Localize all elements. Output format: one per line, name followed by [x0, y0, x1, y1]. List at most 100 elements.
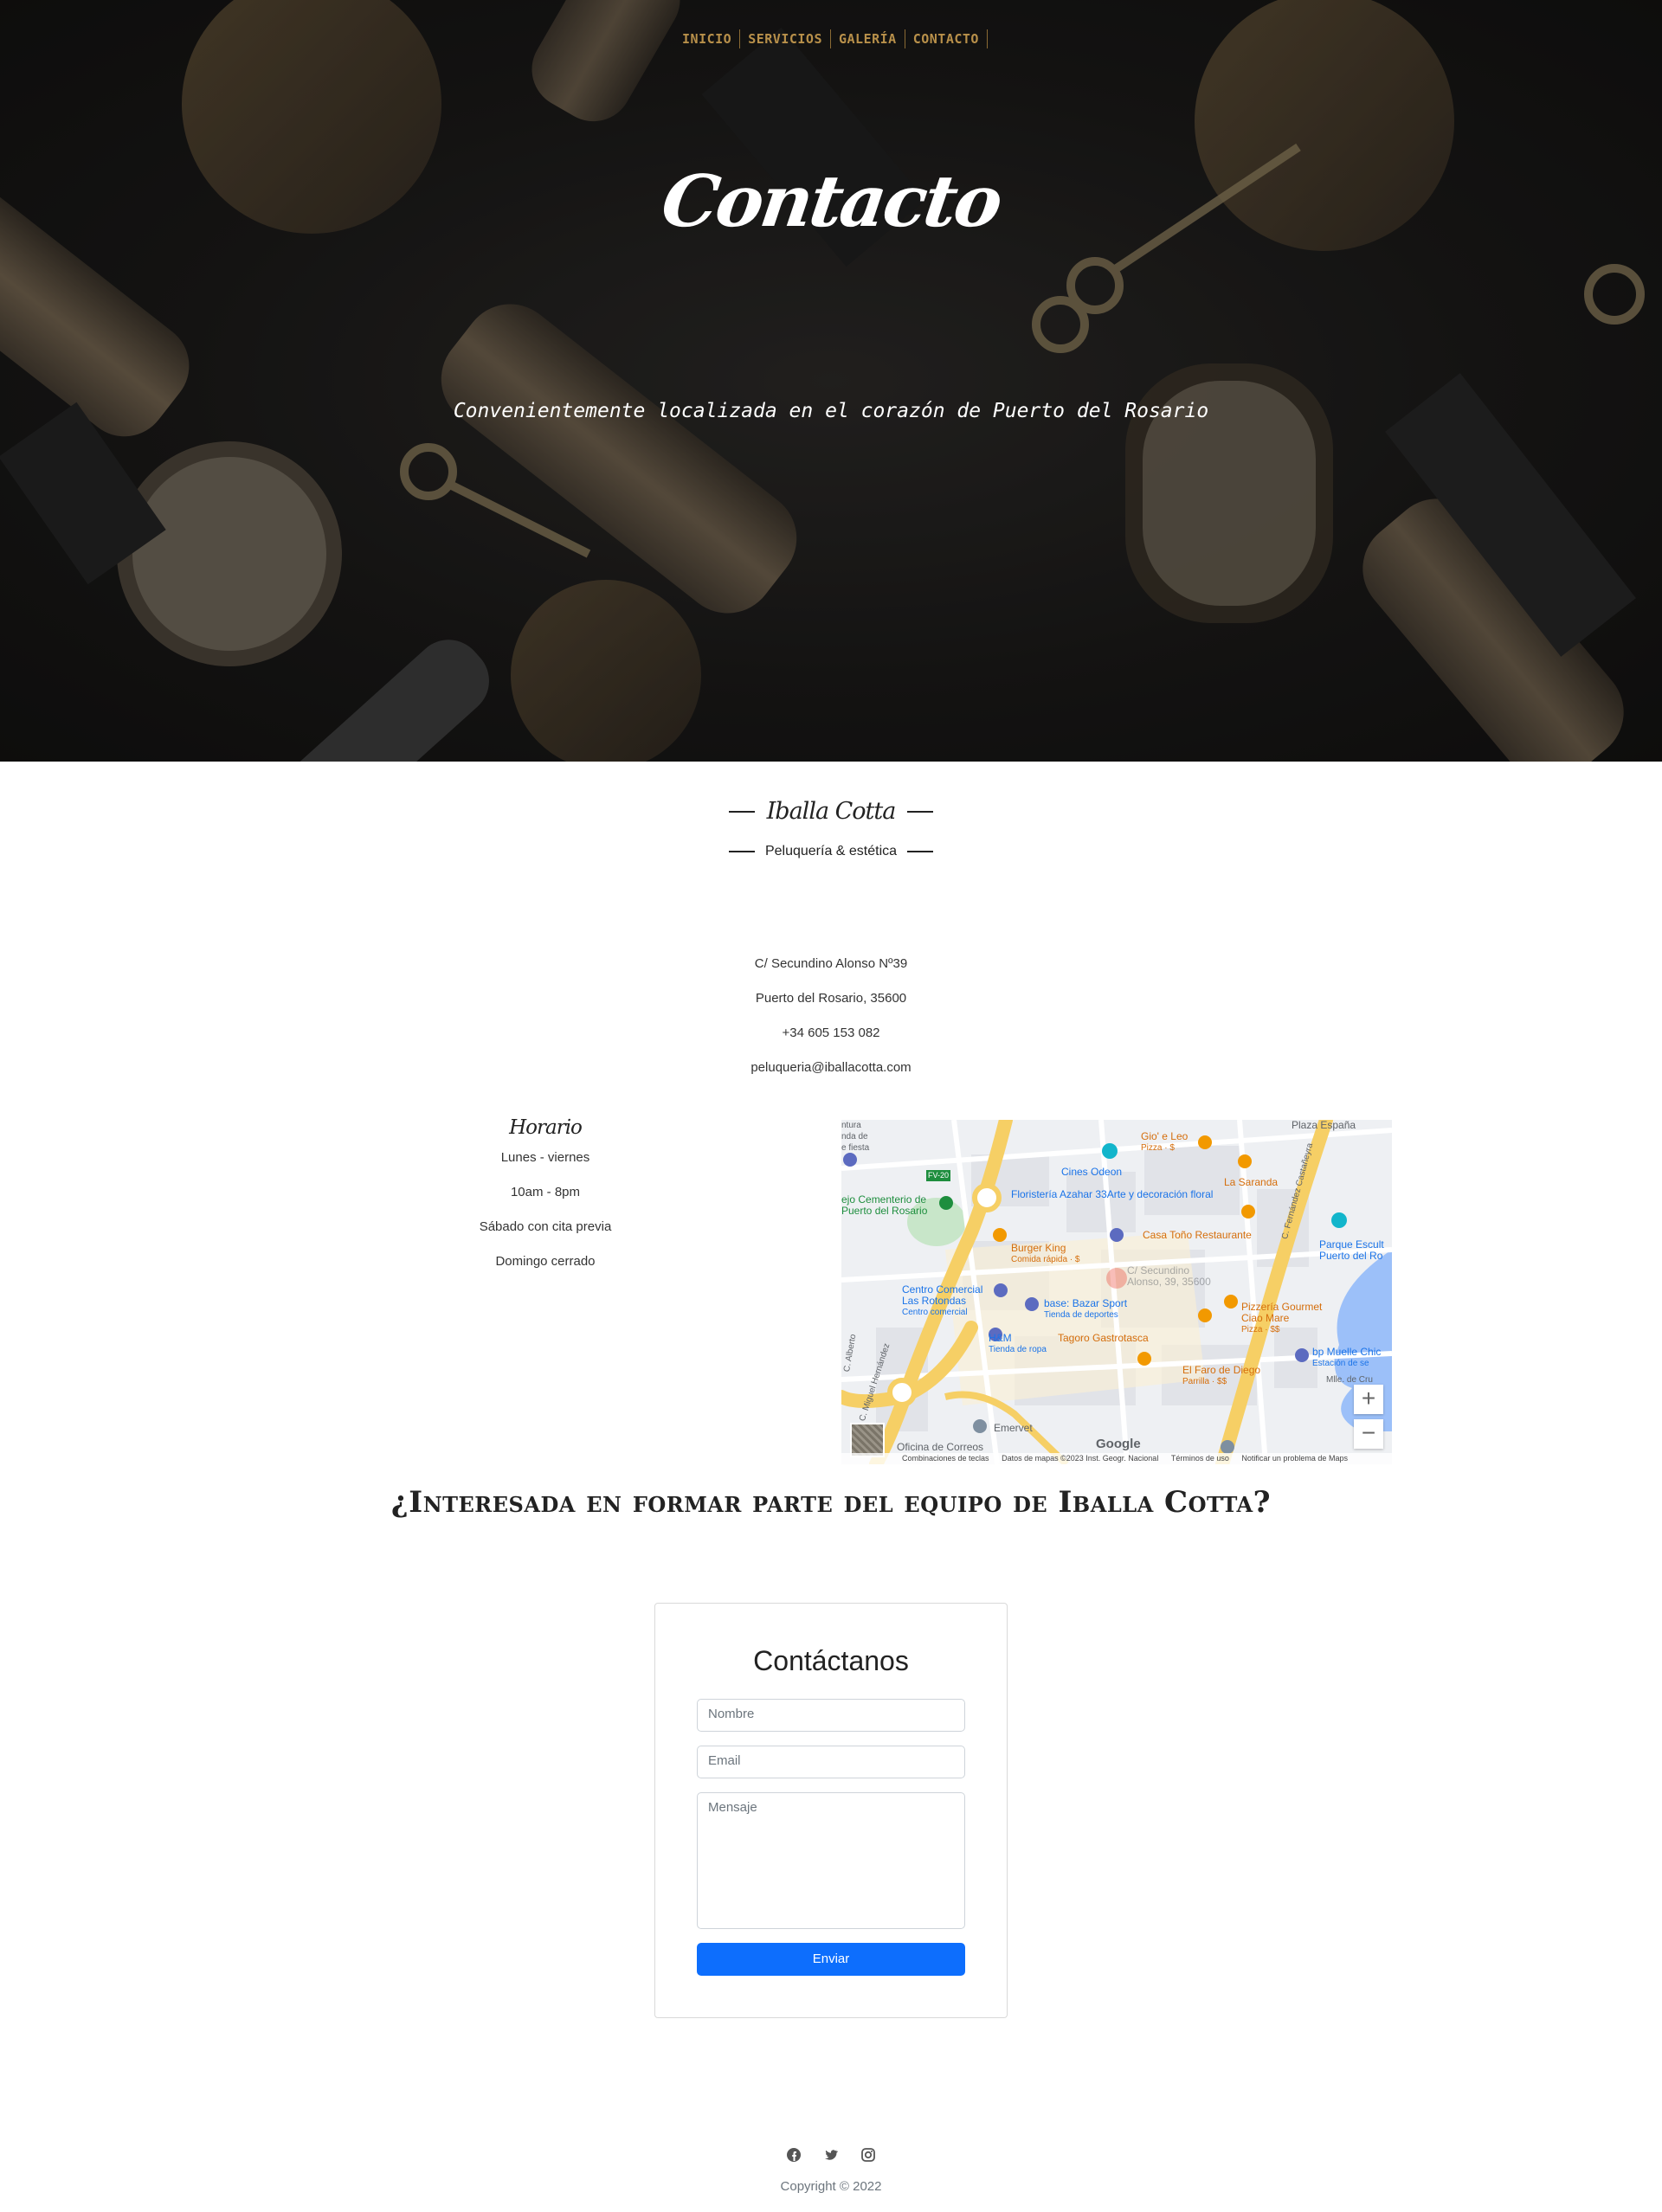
- facebook-icon[interactable]: [786, 2147, 802, 2163]
- map-label-sub: Pizza · $$: [1241, 1325, 1280, 1334]
- hero-background-image: [0, 0, 1662, 762]
- map-label-text: Floristería Azahar 33: [1011, 1188, 1107, 1200]
- map-label: ntura nda de e fiesta: [841, 1120, 869, 1154]
- map-satellite-toggle[interactable]: [850, 1423, 885, 1457]
- map-label-text: Las Rotondas: [902, 1295, 967, 1307]
- map-label-text: Alonso, 39, 35600: [1127, 1276, 1211, 1288]
- map-label: Parque Escult Puerto del Ro: [1319, 1239, 1384, 1262]
- map-label: La Saranda: [1224, 1176, 1279, 1188]
- map-label: Oficina de Correos: [897, 1441, 984, 1453]
- address-line: C/ Secundino Alonso Nº39: [754, 956, 908, 971]
- map-label-text: ejo Cementerio de: [841, 1193, 927, 1206]
- map-label: Centro Comercial Las Rotondas Centro comer…: [902, 1284, 982, 1318]
- map-label: Emervet: [994, 1422, 1033, 1434]
- hero-section: INICIO SERVICIOS GALERÍA CONTACTO Contacto …: [0, 0, 1662, 762]
- map-label-text: Ciao Mare: [1241, 1312, 1290, 1324]
- map-label: Tagoro Gastrotasca: [1058, 1332, 1149, 1344]
- brand-block: Iballa Cotta Peluquería & estética: [0, 798, 1662, 859]
- schedule-line: Sábado con cita previa: [479, 1219, 612, 1234]
- schedule-block: Horario Lunes - viernes 10am - 8pm Sábad…: [416, 1116, 675, 1286]
- divider: [728, 810, 755, 813]
- map-label-text: nda de: [841, 1132, 868, 1141]
- brand-tagline: Peluquería & estética: [728, 844, 934, 859]
- map-zoom-in-button[interactable]: +: [1354, 1385, 1383, 1414]
- schedule-title: Horario: [509, 1116, 583, 1139]
- map-label-sub: Tienda de deportes: [1044, 1310, 1118, 1320]
- map-attribution: Combinaciones de teclas Datos de mapas ©…: [841, 1453, 1392, 1464]
- google-logo: Google: [1096, 1437, 1141, 1451]
- map-label-text: Gio' e Leo: [1141, 1130, 1189, 1142]
- instagram-icon[interactable]: [860, 2147, 876, 2163]
- map-label: Gio' e Leo Pizza · $: [1141, 1131, 1188, 1154]
- map-label-text: Arte y decoración floral: [1106, 1188, 1214, 1200]
- map-label-sub: Tienda de ropa: [989, 1345, 1047, 1354]
- map-report-link[interactable]: Notificar un problema de Maps: [1241, 1454, 1348, 1463]
- twitter-icon[interactable]: [823, 2147, 839, 2163]
- city-line: Puerto del Rosario, 35600: [755, 991, 907, 1006]
- nav-item-contacto[interactable]: CONTACTO: [905, 29, 988, 48]
- map-label-text: Parque Escult: [1319, 1238, 1384, 1251]
- map-label: El Faro de Diego Parrilla · $$: [1182, 1365, 1260, 1387]
- map-label-sub: Comida rápida · $: [1011, 1255, 1080, 1264]
- divider: [907, 810, 934, 813]
- form-title: Contáctanos: [753, 1645, 909, 1676]
- map-label-sub: Centro comercial: [902, 1308, 968, 1317]
- map-label-text: bp Muelle Chic: [1312, 1346, 1382, 1358]
- map-label: C/ Secundino Alonso, 39, 35600: [1127, 1265, 1211, 1288]
- map-label: bp Muelle Chic Estación de se: [1312, 1347, 1381, 1369]
- map-label-text: Pizzería Gourmet: [1241, 1301, 1323, 1313]
- schedule-line: Domingo cerrado: [495, 1254, 596, 1269]
- map-label: Burger King Comida rápida · $: [1011, 1243, 1079, 1265]
- map-label: ejo Cementerio de Puerto del Rosario: [841, 1194, 927, 1217]
- map-label: FV-20: [926, 1170, 951, 1181]
- map-label-text: Puerto del Rosario: [841, 1205, 928, 1217]
- message-field[interactable]: Mensaje: [697, 1792, 965, 1929]
- brand-name-text: Iballa Cotta: [766, 798, 897, 825]
- map-label: Plaza España: [1292, 1120, 1356, 1131]
- brand-name: Iballa Cotta: [728, 798, 934, 825]
- map-zoom-out-button[interactable]: −: [1354, 1419, 1383, 1449]
- nav-item-inicio[interactable]: INICIO: [674, 29, 741, 48]
- map-data-attribution: Datos de mapas ©2023 Inst. Geogr. Nacion…: [1002, 1454, 1159, 1463]
- nav-item-galeria[interactable]: GALERÍA: [831, 29, 905, 48]
- copyright: Copyright © 2022: [780, 2179, 882, 2194]
- divider: [907, 851, 934, 852]
- hero-subtitle: Convenientemente localizada en el corazó…: [453, 400, 1209, 422]
- join-heading: ¿Interesada en formar parte del equipo d…: [390, 1485, 1272, 1520]
- name-field[interactable]: Nombre: [697, 1699, 965, 1732]
- email-field[interactable]: Email: [697, 1746, 965, 1778]
- hero-title: Contacto: [656, 160, 1006, 243]
- map-label: Pizzería Gourmet Ciao Mare Pizza · $$: [1241, 1302, 1322, 1335]
- schedule-line: Lunes - viernes: [500, 1150, 590, 1165]
- map-label: H&M Tienda de ropa: [989, 1333, 1047, 1355]
- map-label-text: H&M: [989, 1332, 1012, 1344]
- map-label-text: C/ Secundino: [1127, 1264, 1190, 1276]
- map-label-text: Puerto del Ro: [1319, 1250, 1383, 1262]
- phone-number: +34 605 153 082: [782, 1026, 880, 1040]
- map-terms-link[interactable]: Términos de uso: [1171, 1454, 1229, 1463]
- submit-button[interactable]: Enviar: [697, 1943, 965, 1976]
- schedule-line: 10am - 8pm: [510, 1185, 581, 1199]
- map-label-text: Burger King: [1011, 1242, 1066, 1254]
- nav-item-servicios[interactable]: SERVICIOS: [740, 29, 831, 48]
- map-label-text: base: Bazar Sport: [1044, 1297, 1128, 1309]
- map-label: Floristería Azahar 33Arte y decoración f…: [1011, 1189, 1213, 1200]
- map-label-text: Centro Comercial: [902, 1283, 983, 1296]
- brand-tagline-text: Peluquería & estética: [764, 844, 898, 858]
- main-nav: INICIO SERVICIOS GALERÍA CONTACTO: [0, 29, 1662, 48]
- map-label-text: e fiesta: [841, 1143, 870, 1153]
- embedded-map[interactable]: Plaza España Gio' e Leo Pizza · $ Cines O…: [841, 1120, 1392, 1464]
- contact-info: C/ Secundino Alonso Nº39 Puerto del Rosa…: [0, 954, 1662, 1092]
- map-label-text: ntura: [841, 1121, 861, 1130]
- map-label-sub: Estación de se: [1312, 1359, 1369, 1368]
- social-links: [0, 2145, 1662, 2163]
- divider: [728, 851, 755, 852]
- map-label: base: Bazar Sport Tienda de deportes: [1044, 1298, 1127, 1321]
- map-keyboard-shortcuts-link[interactable]: Combinaciones de teclas: [902, 1454, 989, 1463]
- map-label: Casa Toño Restaurante: [1143, 1229, 1252, 1241]
- map-label-sub: Pizza · $: [1141, 1143, 1175, 1153]
- email-address: peluqueria@iballacotta.com: [750, 1060, 912, 1075]
- map-label-sub: Parrilla · $$: [1182, 1377, 1227, 1386]
- contact-form: Contáctanos Nombre Email Mensaje Enviar: [654, 1603, 1008, 2018]
- map-label: Cines Odeon: [1061, 1166, 1123, 1178]
